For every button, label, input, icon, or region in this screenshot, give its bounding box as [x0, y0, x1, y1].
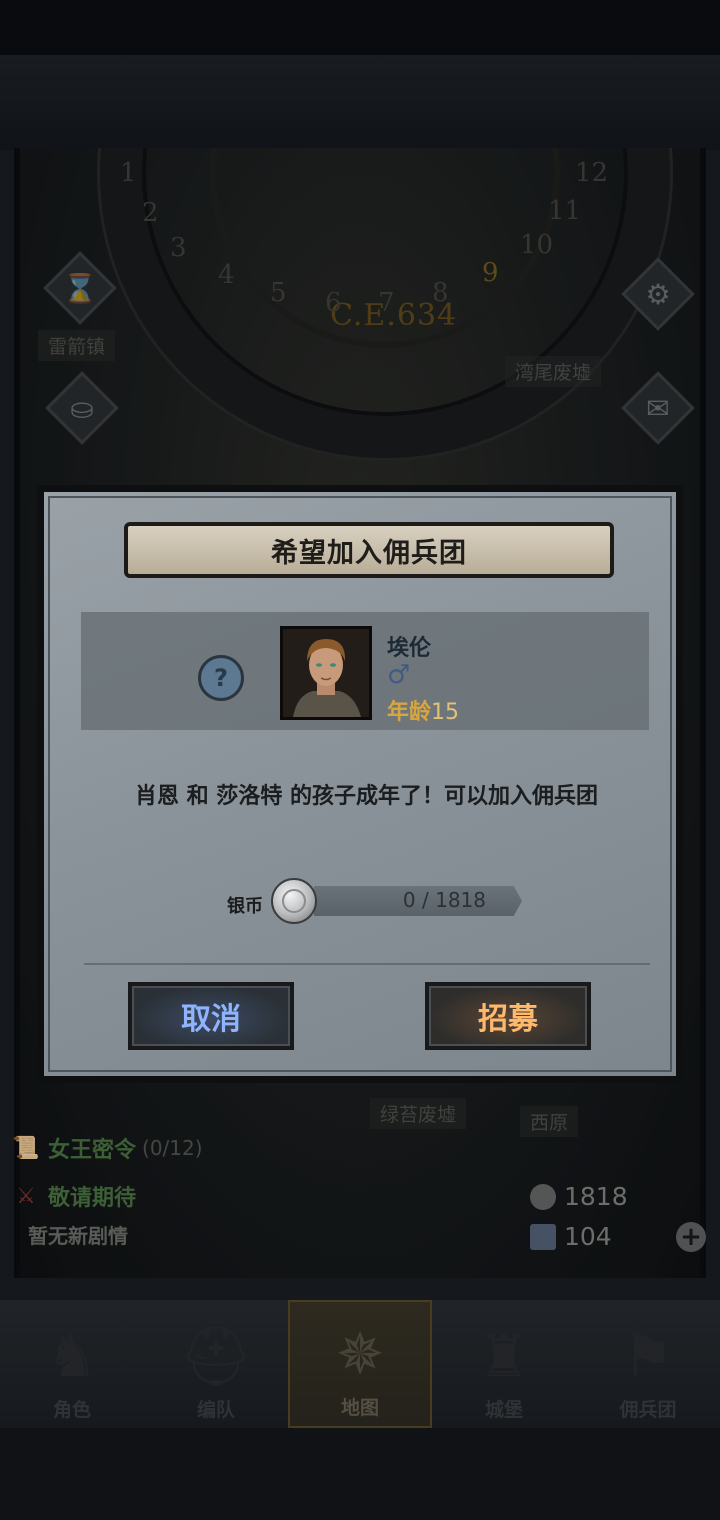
- character-portrait: [280, 626, 372, 720]
- recruit-dialog: 希望加入佣兵团 ? 埃伦 ♂ 年龄15 肖恩 和 莎洛特 的孩子成年了！可以加入…: [37, 485, 683, 1083]
- age-value: 15: [431, 700, 460, 725]
- cost-progress-text: 0 / 1818: [402, 888, 486, 912]
- portrait-image: [283, 629, 369, 717]
- male-icon: ♂: [387, 660, 411, 690]
- currency-label: 银币: [227, 896, 263, 917]
- cancel-button[interactable]: 取消: [128, 982, 294, 1050]
- dialog-message: 肖恩 和 莎洛特 的孩子成年了！可以加入佣兵团: [135, 784, 598, 809]
- dialog-divider: [84, 963, 650, 965]
- character-name: 埃伦: [387, 636, 432, 661]
- dialog-title-banner: 希望加入佣兵团: [124, 522, 614, 578]
- character-panel: ? 埃伦 ♂ 年龄15: [81, 612, 649, 730]
- silver-coin-icon: [271, 878, 317, 924]
- dialog-title: 希望加入佣兵团: [271, 537, 467, 569]
- age-label: 年龄: [387, 700, 432, 725]
- recruit-button[interactable]: 招募: [425, 982, 591, 1050]
- character-age: 年龄15: [387, 694, 459, 726]
- question-icon[interactable]: ?: [198, 655, 244, 701]
